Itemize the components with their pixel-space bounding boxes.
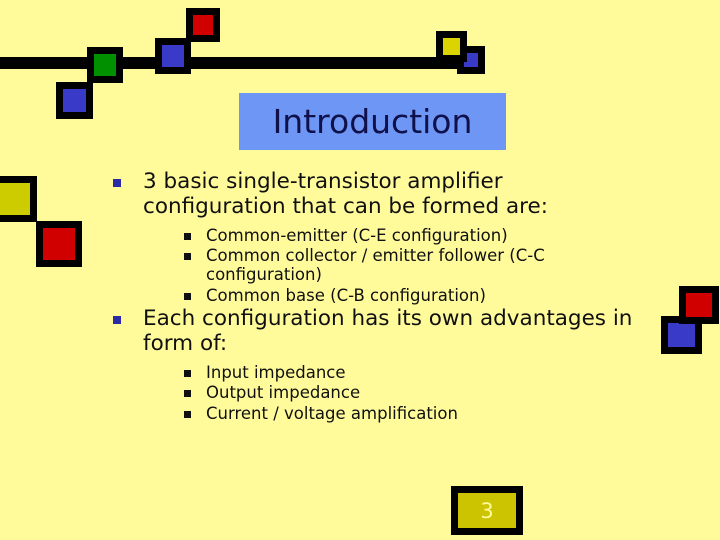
bullet-text: Current / voltage amplification [206, 403, 458, 423]
bullet-text: Each configuration has its own advantage… [143, 306, 633, 356]
list-item: Input impedance [181, 363, 650, 382]
bullet-text: Common base (C-B configuration) [206, 285, 486, 305]
list-item: Current / voltage amplification [181, 404, 650, 423]
square-bullet-icon [184, 292, 191, 300]
list-item: Common-emitter (C-E configuration) [181, 226, 650, 245]
bullet-text: Input impedance [206, 362, 346, 382]
list-item: Common base (C-B configuration) [181, 286, 650, 305]
bullet-list-level2: Common-emitter (C-E configuration) Commo… [143, 226, 650, 305]
list-item: 3 basic single-transistor amplifier conf… [110, 169, 650, 305]
bullet-text: 3 basic single-transistor amplifier conf… [143, 169, 548, 219]
decorative-square-green [87, 47, 123, 83]
decorative-square-blue-upper [155, 38, 191, 74]
square-bullet-icon [113, 316, 121, 325]
list-item: Each configuration has its own advantage… [110, 306, 650, 423]
square-bullet-icon [184, 410, 191, 418]
page-number-box: 3 [451, 486, 523, 535]
list-item: Common collector / emitter follower (C-C… [181, 246, 650, 285]
square-bullet-icon [184, 253, 191, 261]
square-bullet-icon [113, 179, 121, 187]
decorative-square-yellow-right [436, 31, 467, 62]
square-bullet-icon [184, 390, 191, 398]
decorative-square-red-top [186, 8, 220, 42]
square-bullet-icon [184, 369, 191, 377]
slide-title-box: Introduction [239, 93, 506, 150]
slide-body: 3 basic single-transistor amplifier conf… [110, 169, 650, 425]
slide-canvas: Introduction 3 basic single-transistor a… [0, 0, 720, 540]
decorative-square-red-right-edge [679, 286, 719, 324]
bullet-list-level1: 3 basic single-transistor amplifier conf… [110, 169, 650, 423]
bullet-list-level2: Input impedance Output impedance Current… [143, 363, 650, 423]
decorative-square-olive-left [0, 176, 37, 222]
bullet-text: Common collector / emitter follower (C-C… [206, 246, 545, 285]
list-item: Output impedance [181, 383, 650, 402]
page-title: Introduction [272, 102, 473, 141]
bullet-text: Output impedance [206, 383, 361, 403]
page-number: 3 [480, 498, 494, 523]
bullet-text: Common-emitter (C-E configuration) [206, 225, 508, 245]
decorative-square-red-left [36, 221, 82, 267]
decorative-square-blue-lower [56, 82, 93, 119]
square-bullet-icon [184, 232, 191, 240]
